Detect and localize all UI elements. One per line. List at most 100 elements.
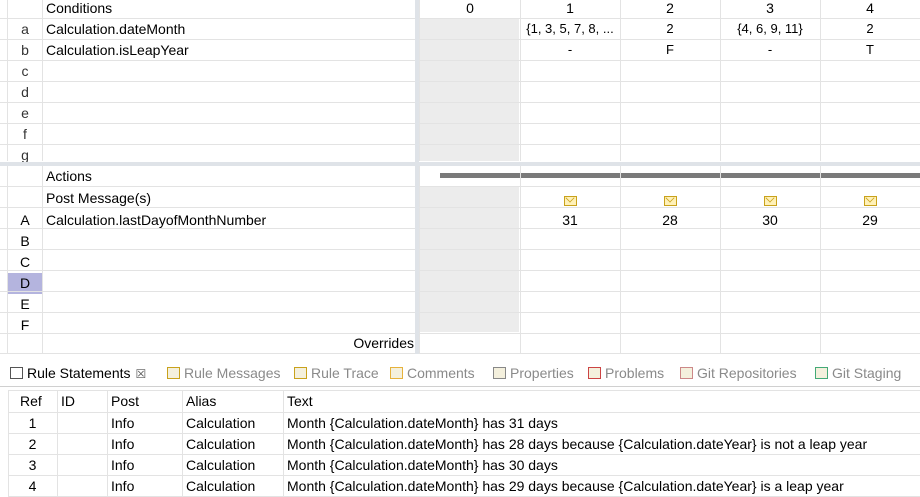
action-column-0-shade bbox=[420, 187, 519, 332]
grid-line bbox=[8, 433, 920, 434]
column-header-1[interactable]: 1 bbox=[520, 0, 620, 18]
condition-cell-b-3[interactable]: - bbox=[720, 40, 820, 60]
condition-row-id-c[interactable]: c bbox=[8, 61, 42, 81]
post-messages-label: Post Message(s) bbox=[46, 190, 152, 206]
pane-splitter bbox=[415, 0, 419, 354]
column-header-3[interactable]: 3 bbox=[720, 0, 820, 18]
column-0-shade bbox=[420, 19, 519, 161]
decision-table: Conditions 0 1 2 3 4 a Calculation.dateMonth {1,… bbox=[0, 0, 920, 356]
grid-line bbox=[0, 81, 920, 82]
actions-header: Actions bbox=[46, 168, 92, 184]
condition-row-id-a[interactable]: a bbox=[8, 19, 42, 39]
condition-row-label-b[interactable]: Calculation.isLeapYear bbox=[46, 40, 416, 60]
rule-statements-panel: Rule Statements ☒ Rule Messages Rule Trace C… bbox=[0, 356, 920, 497]
action-cell-A-4[interactable]: 29 bbox=[820, 210, 920, 230]
grid-line bbox=[520, 0, 521, 161]
tab-properties[interactable]: Properties bbox=[493, 359, 574, 387]
grid-line bbox=[620, 0, 621, 161]
grid-line bbox=[8, 390, 920, 391]
condition-cell-b-4[interactable]: T bbox=[820, 40, 920, 60]
tab-comments[interactable]: Comments bbox=[390, 359, 475, 387]
post-message-icon[interactable] bbox=[564, 192, 578, 207]
grid-line bbox=[620, 166, 621, 354]
tab-label: Comments bbox=[407, 365, 475, 381]
condition-row-id-e[interactable]: e bbox=[8, 103, 42, 123]
statement-ref[interactable]: 1 bbox=[8, 413, 57, 433]
condition-row-id-f[interactable]: f bbox=[8, 124, 42, 144]
tab-bar: Rule Statements ☒ Rule Messages Rule Trace C… bbox=[0, 359, 920, 387]
git-repositories-icon bbox=[680, 367, 693, 379]
grid-line bbox=[283, 390, 284, 497]
tab-rule-trace[interactable]: Rule Trace bbox=[294, 359, 379, 387]
condition-cell-a-1[interactable]: {1, 3, 5, 7, 8, ... bbox=[520, 19, 620, 39]
statement-alias[interactable]: Calculation bbox=[186, 413, 255, 433]
grid-line bbox=[0, 228, 920, 229]
column-header-post[interactable]: Post bbox=[111, 391, 139, 411]
tab-rule-messages[interactable]: Rule Messages bbox=[167, 359, 281, 387]
tab-problems[interactable]: Problems bbox=[588, 359, 664, 387]
tab-git-staging[interactable]: Git Staging bbox=[815, 359, 901, 387]
grid-line bbox=[0, 60, 920, 61]
action-cell-A-3[interactable]: 30 bbox=[720, 210, 820, 230]
statement-text[interactable]: Month {Calculation.dateMonth} has 30 day… bbox=[287, 455, 558, 475]
condition-cell-a-4[interactable]: 2 bbox=[820, 19, 920, 39]
column-header-2[interactable]: 2 bbox=[620, 0, 720, 18]
column-header-4[interactable]: 4 bbox=[820, 0, 920, 18]
column-header-id[interactable]: ID bbox=[61, 391, 75, 411]
rule-statements-table: Ref ID Post Alias Text 1 Info Calculation Month … bbox=[0, 387, 920, 497]
condition-row-id-d[interactable]: d bbox=[8, 82, 42, 102]
post-message-icon[interactable] bbox=[764, 192, 778, 207]
condition-row-label-a[interactable]: Calculation.dateMonth bbox=[46, 19, 416, 39]
statement-text[interactable]: Month {Calculation.dateMonth} has 29 day… bbox=[287, 476, 844, 496]
statement-ref[interactable]: 3 bbox=[8, 455, 57, 475]
grid-line bbox=[0, 353, 920, 354]
statement-post[interactable]: Info bbox=[111, 455, 134, 475]
tab-label: Rule Statements bbox=[27, 365, 131, 381]
statement-post[interactable]: Info bbox=[111, 413, 134, 433]
statement-ref[interactable]: 4 bbox=[8, 476, 57, 496]
envelope-icon bbox=[294, 367, 307, 379]
grid-line bbox=[720, 166, 721, 354]
statement-text[interactable]: Month {Calculation.dateMonth} has 31 day… bbox=[287, 413, 558, 433]
grid-line bbox=[57, 390, 58, 497]
statement-text[interactable]: Month {Calculation.dateMonth} has 28 day… bbox=[287, 434, 867, 454]
envelope-icon bbox=[864, 196, 877, 207]
statement-post[interactable]: Info bbox=[111, 476, 134, 496]
grid-line bbox=[42, 0, 43, 161]
grid-line bbox=[0, 144, 920, 145]
column-header-ref[interactable]: Ref bbox=[20, 391, 42, 411]
statement-alias[interactable]: Calculation bbox=[186, 434, 255, 454]
condition-cell-a-3[interactable]: {4, 6, 9, 11} bbox=[720, 19, 820, 39]
post-message-icon[interactable] bbox=[864, 192, 878, 207]
grid-line bbox=[419, 0, 420, 161]
tab-label: Rule Trace bbox=[311, 365, 379, 381]
column-header-text[interactable]: Text bbox=[287, 391, 313, 411]
grid-line bbox=[107, 390, 108, 497]
tab-label: Git Repositories bbox=[697, 365, 797, 381]
condition-row-id-b[interactable]: b bbox=[8, 40, 42, 60]
column-header-alias[interactable]: Alias bbox=[186, 391, 216, 411]
action-cell-A-1[interactable]: 31 bbox=[520, 210, 620, 230]
post-message-icon[interactable] bbox=[664, 192, 678, 207]
column-header-0[interactable]: 0 bbox=[420, 0, 520, 18]
statement-post[interactable]: Info bbox=[111, 434, 134, 454]
action-cell-A-2[interactable]: 28 bbox=[620, 210, 720, 230]
condition-cell-b-1[interactable]: - bbox=[520, 40, 620, 60]
comment-bubble-icon bbox=[390, 367, 403, 379]
statement-alias[interactable]: Calculation bbox=[186, 455, 255, 475]
tab-git-repositories[interactable]: Git Repositories bbox=[680, 359, 797, 387]
condition-cell-b-2[interactable]: F bbox=[620, 40, 720, 60]
statement-alias[interactable]: Calculation bbox=[186, 476, 255, 496]
statement-ref[interactable]: 2 bbox=[8, 434, 57, 454]
action-row-label-A[interactable]: Calculation.lastDayofMonthNumber bbox=[46, 210, 416, 230]
close-icon[interactable]: ☒ bbox=[136, 367, 147, 381]
tab-rule-statements[interactable]: Rule Statements ☒ bbox=[10, 359, 146, 387]
conditions-header: Conditions bbox=[46, 0, 113, 16]
section-divider bbox=[0, 162, 920, 166]
condition-cell-a-2[interactable]: 2 bbox=[620, 19, 720, 39]
properties-icon bbox=[493, 367, 506, 379]
grid-line bbox=[8, 475, 920, 476]
grid-line bbox=[8, 390, 9, 497]
grid-line bbox=[0, 270, 920, 271]
grid-line bbox=[820, 166, 821, 354]
